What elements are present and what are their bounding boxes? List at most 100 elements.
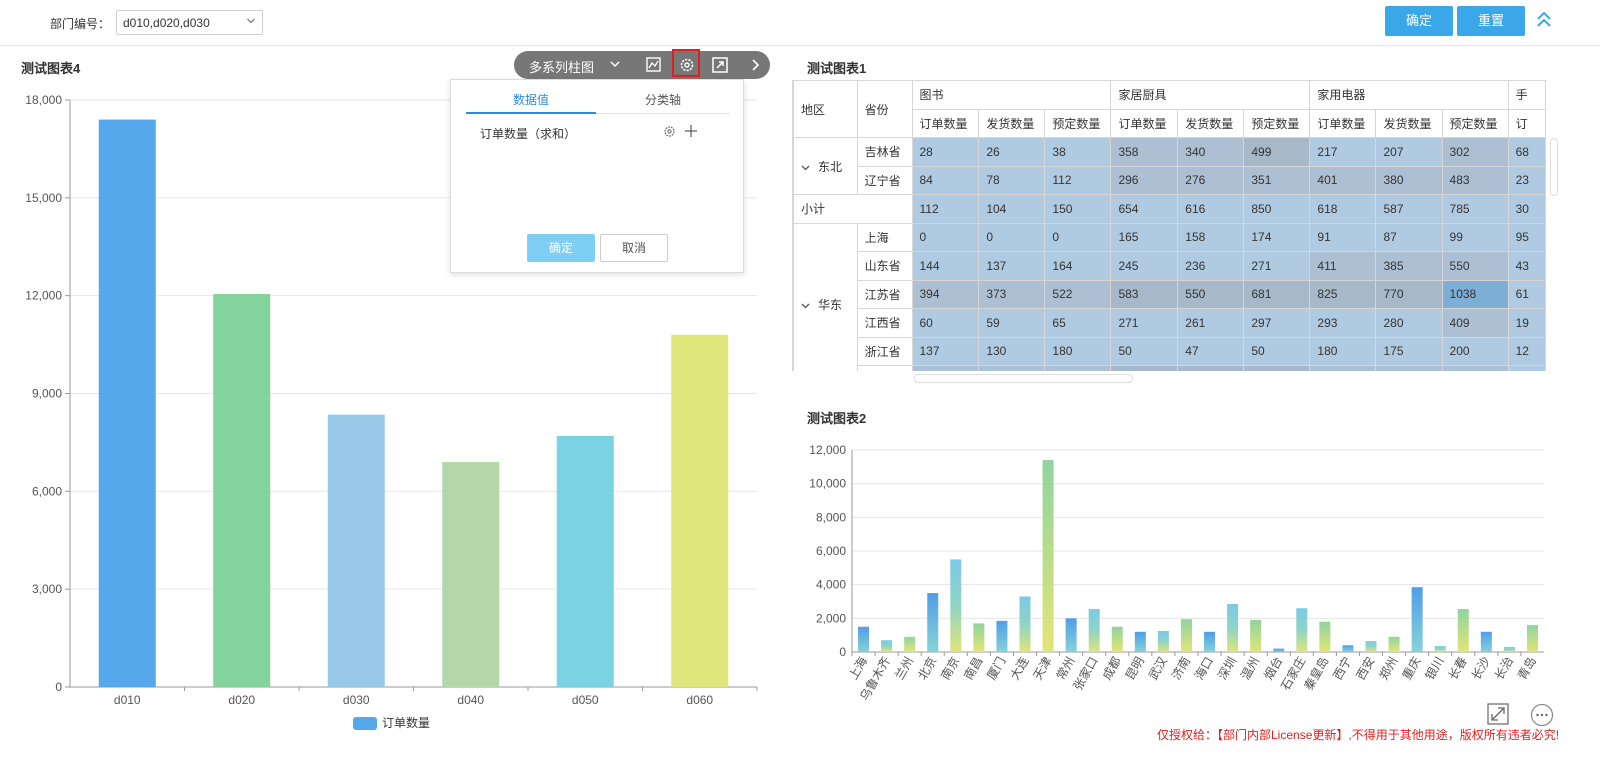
measure-header: 订单数量 <box>911 108 980 138</box>
table-row: 华东 上海 0 0 0 165 158 174 91 87 99 95 <box>793 222 1546 371</box>
group-header: 家居厨具 <box>1110 80 1311 110</box>
value-cell: 654 <box>1110 194 1179 224</box>
measure-header: 订单数量 <box>1110 108 1179 138</box>
x-tick-label: 温州 <box>1238 655 1262 683</box>
x-tick-label: 南京 <box>937 654 962 682</box>
pivot-table-container: 地区 省份 图书 家居厨具 家用电器 手 订单数量 发货数量 预定数量 订单数量… <box>792 80 1546 371</box>
value-cell: 99 <box>1441 222 1509 252</box>
gear-icon[interactable] <box>663 125 676 138</box>
expand-icon[interactable] <box>711 56 729 74</box>
x-tick-label: 北京 <box>915 655 939 683</box>
bar-西安 <box>1365 641 1377 652</box>
department-select[interactable]: d010,d020,d030 <box>116 10 263 35</box>
value-cell: 104 <box>978 194 1046 224</box>
bar-厦门 <box>996 620 1008 652</box>
measure-header: 预定数量 <box>1441 108 1509 138</box>
x-tick-label: 重庆 <box>1400 655 1424 683</box>
x-tick-label: 济南 <box>1168 654 1193 682</box>
bar-海口 <box>1204 631 1216 652</box>
table-row: 江西省 60 59 65 271 261 297 293 280 409 19 <box>794 308 1546 338</box>
chart2-bar-chart: 02,0004,0006,0008,00010,00012,000上海乌鲁木齐兰… <box>809 443 1544 703</box>
bar-大连 <box>1019 596 1031 652</box>
province-cell: 吉林省 <box>856 137 913 167</box>
bar-石家庄 <box>1296 608 1308 652</box>
confirm-button[interactable]: 确定 <box>1385 6 1453 36</box>
region-cell-dongbei[interactable]: 东北 <box>793 137 858 195</box>
value-cell: 175 <box>1375 336 1443 366</box>
y-tick-label: 15,000 <box>25 191 62 205</box>
x-tick-label: 郑州 <box>1376 654 1401 682</box>
popup-cancel-button[interactable]: 取消 <box>600 234 668 262</box>
department-filter-label: 部门编号： <box>50 17 111 31</box>
group-header: 家用电器 <box>1309 80 1509 110</box>
region-label: 华东 <box>818 297 843 312</box>
value-cell: 165 <box>1110 222 1179 252</box>
tab-category-axis[interactable]: 分类轴 <box>598 91 728 108</box>
x-tick-label: 银川 <box>1423 655 1447 683</box>
chevron-right-icon[interactable] <box>747 56 765 74</box>
group-header: 图书 <box>911 80 1112 110</box>
value-cell: 91 <box>1309 222 1377 252</box>
chevron-down-icon[interactable] <box>608 57 622 71</box>
bar-南昌 <box>973 623 985 652</box>
value-cell: 180 <box>1309 336 1377 366</box>
value-cell: 47 <box>1177 336 1245 366</box>
value-cell: 770 <box>1375 279 1443 309</box>
region-cell-huadong[interactable]: 华东 <box>793 222 858 371</box>
more-icon[interactable] <box>1530 703 1554 727</box>
bar-温州 <box>1250 620 1262 652</box>
chart-icon[interactable] <box>645 56 663 74</box>
value-cell: 583 <box>1110 279 1179 309</box>
chart2-title: 测试图表2 <box>807 411 867 426</box>
bar-d060 <box>671 334 729 687</box>
x-tick-label: 海口 <box>1191 654 1216 682</box>
collapse-up-icon[interactable] <box>1535 10 1553 30</box>
value-cell: 19 <box>1507 308 1546 338</box>
x-tick-label: 成都 <box>1100 655 1124 683</box>
value-cell: 587 <box>1375 194 1443 224</box>
table-vertical-scrollbar[interactable] <box>1550 138 1558 196</box>
chevron-down-icon <box>247 18 255 24</box>
value-cell: 401 <box>1309 165 1377 195</box>
header-province: 省份 <box>856 80 913 138</box>
department-select-value: d010,d020,d030 <box>123 16 210 30</box>
chevron-down-icon[interactable] <box>801 301 810 310</box>
reset-button[interactable]: 重置 <box>1457 6 1525 36</box>
value-cell: 50 <box>1110 336 1179 366</box>
chevron-down-icon[interactable] <box>801 163 810 172</box>
value-cell: 30 <box>1507 194 1546 224</box>
value-cell: 409 <box>1441 308 1509 338</box>
value-cell: 26 <box>978 137 1046 167</box>
province-cell: 辽宁省 <box>856 165 913 195</box>
plus-icon[interactable] <box>684 124 698 138</box>
bar-长春 <box>1457 609 1469 652</box>
table-horizontal-scrollbar[interactable] <box>914 374 1133 383</box>
value-cell: 38 <box>1044 137 1112 167</box>
popup-confirm-button[interactable]: 确定 <box>527 234 595 262</box>
bar-银川 <box>1434 646 1446 652</box>
x-tick-label: d060 <box>686 693 713 707</box>
y-tick-label: 2,000 <box>816 611 846 625</box>
value-cell: 68 <box>1507 137 1546 167</box>
value-cell: 0 <box>1044 222 1112 252</box>
value-cell: 483 <box>1441 165 1509 195</box>
chart-type-selector[interactable]: 多系列柱图 <box>529 57 594 76</box>
bar-d030 <box>327 414 385 687</box>
bar-长沙 <box>1480 631 1492 652</box>
value-field-item[interactable]: 订单数量（求和） <box>480 125 576 142</box>
value-cell: 200 <box>1441 336 1509 366</box>
bar-上海 <box>858 626 870 652</box>
fullscreen-icon[interactable] <box>1487 703 1509 725</box>
x-tick-label: 厦门 <box>984 654 1009 682</box>
value-cell: 618 <box>1309 194 1377 224</box>
y-tick-label: 6,000 <box>32 484 62 498</box>
value-cell: 130 <box>978 336 1046 366</box>
legend-label: 订单数量 <box>382 715 430 730</box>
y-tick-label: 6,000 <box>816 544 846 558</box>
tab-data-values[interactable]: 数据值 <box>466 91 596 108</box>
table-row: 山东省 144 137 164 245 236 271 411 385 550 … <box>794 251 1546 281</box>
measure-header: 发货数量 <box>978 108 1046 138</box>
value-cell: 825 <box>1309 279 1377 309</box>
bar-济南 <box>1180 619 1192 652</box>
value-cell: 0 <box>978 222 1046 252</box>
